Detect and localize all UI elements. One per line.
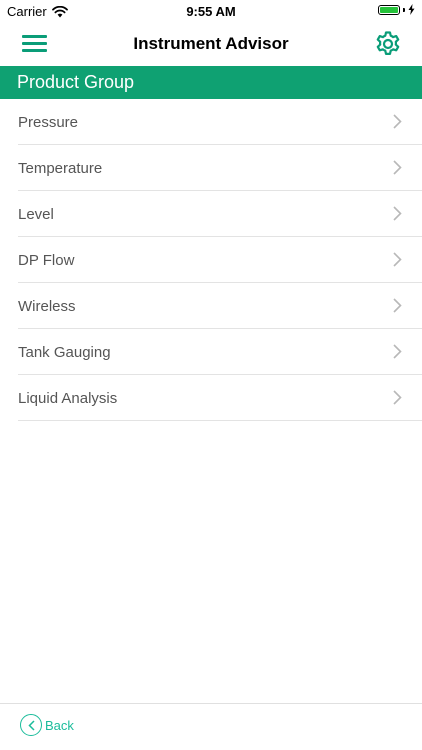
chevron-right-icon bbox=[393, 344, 402, 359]
back-button[interactable]: Back bbox=[20, 714, 74, 736]
list-item[interactable]: Pressure bbox=[18, 99, 422, 145]
chevron-right-icon bbox=[393, 252, 402, 267]
list-item[interactable]: Tank Gauging bbox=[18, 329, 422, 375]
list-item-label: Wireless bbox=[18, 298, 76, 315]
gear-icon bbox=[376, 31, 400, 55]
chevron-right-icon bbox=[393, 206, 402, 221]
status-time: 9:55 AM bbox=[186, 4, 236, 19]
product-group-list: Pressure Temperature Level DP Flow Wirel… bbox=[0, 99, 422, 421]
back-circle bbox=[20, 714, 42, 736]
navigation-bar: Instrument Advisor bbox=[0, 22, 422, 66]
list-item-label: Temperature bbox=[18, 160, 103, 177]
bottom-toolbar: Back bbox=[0, 703, 422, 750]
battery-icon bbox=[378, 4, 400, 15]
chevron-right-icon bbox=[393, 298, 402, 313]
chevron-left-icon bbox=[27, 719, 35, 731]
list-item[interactable]: Liquid Analysis bbox=[18, 375, 422, 421]
list-item-label: Level bbox=[18, 206, 54, 223]
back-label: Back bbox=[45, 717, 74, 733]
settings-button[interactable] bbox=[374, 30, 402, 58]
list-item-label: Tank Gauging bbox=[18, 344, 111, 361]
list-item-label: Pressure bbox=[18, 114, 79, 131]
list-item[interactable]: Level bbox=[18, 191, 422, 237]
page-title: Instrument Advisor bbox=[133, 34, 289, 53]
section-header: Product Group bbox=[0, 66, 422, 99]
chevron-right-icon bbox=[393, 114, 402, 129]
list-item[interactable]: Wireless bbox=[18, 283, 422, 329]
status-bar: Carrier 9:55 AM bbox=[0, 0, 422, 22]
battery-indicator bbox=[378, 4, 415, 15]
chevron-right-icon bbox=[393, 160, 402, 175]
charging-bolt-icon bbox=[408, 4, 415, 15]
list-item[interactable]: Temperature bbox=[18, 145, 422, 191]
chevron-right-icon bbox=[393, 390, 402, 405]
list-item-label: Liquid Analysis bbox=[18, 390, 118, 407]
list-item[interactable]: DP Flow bbox=[18, 237, 422, 283]
list-item-label: DP Flow bbox=[18, 252, 75, 269]
